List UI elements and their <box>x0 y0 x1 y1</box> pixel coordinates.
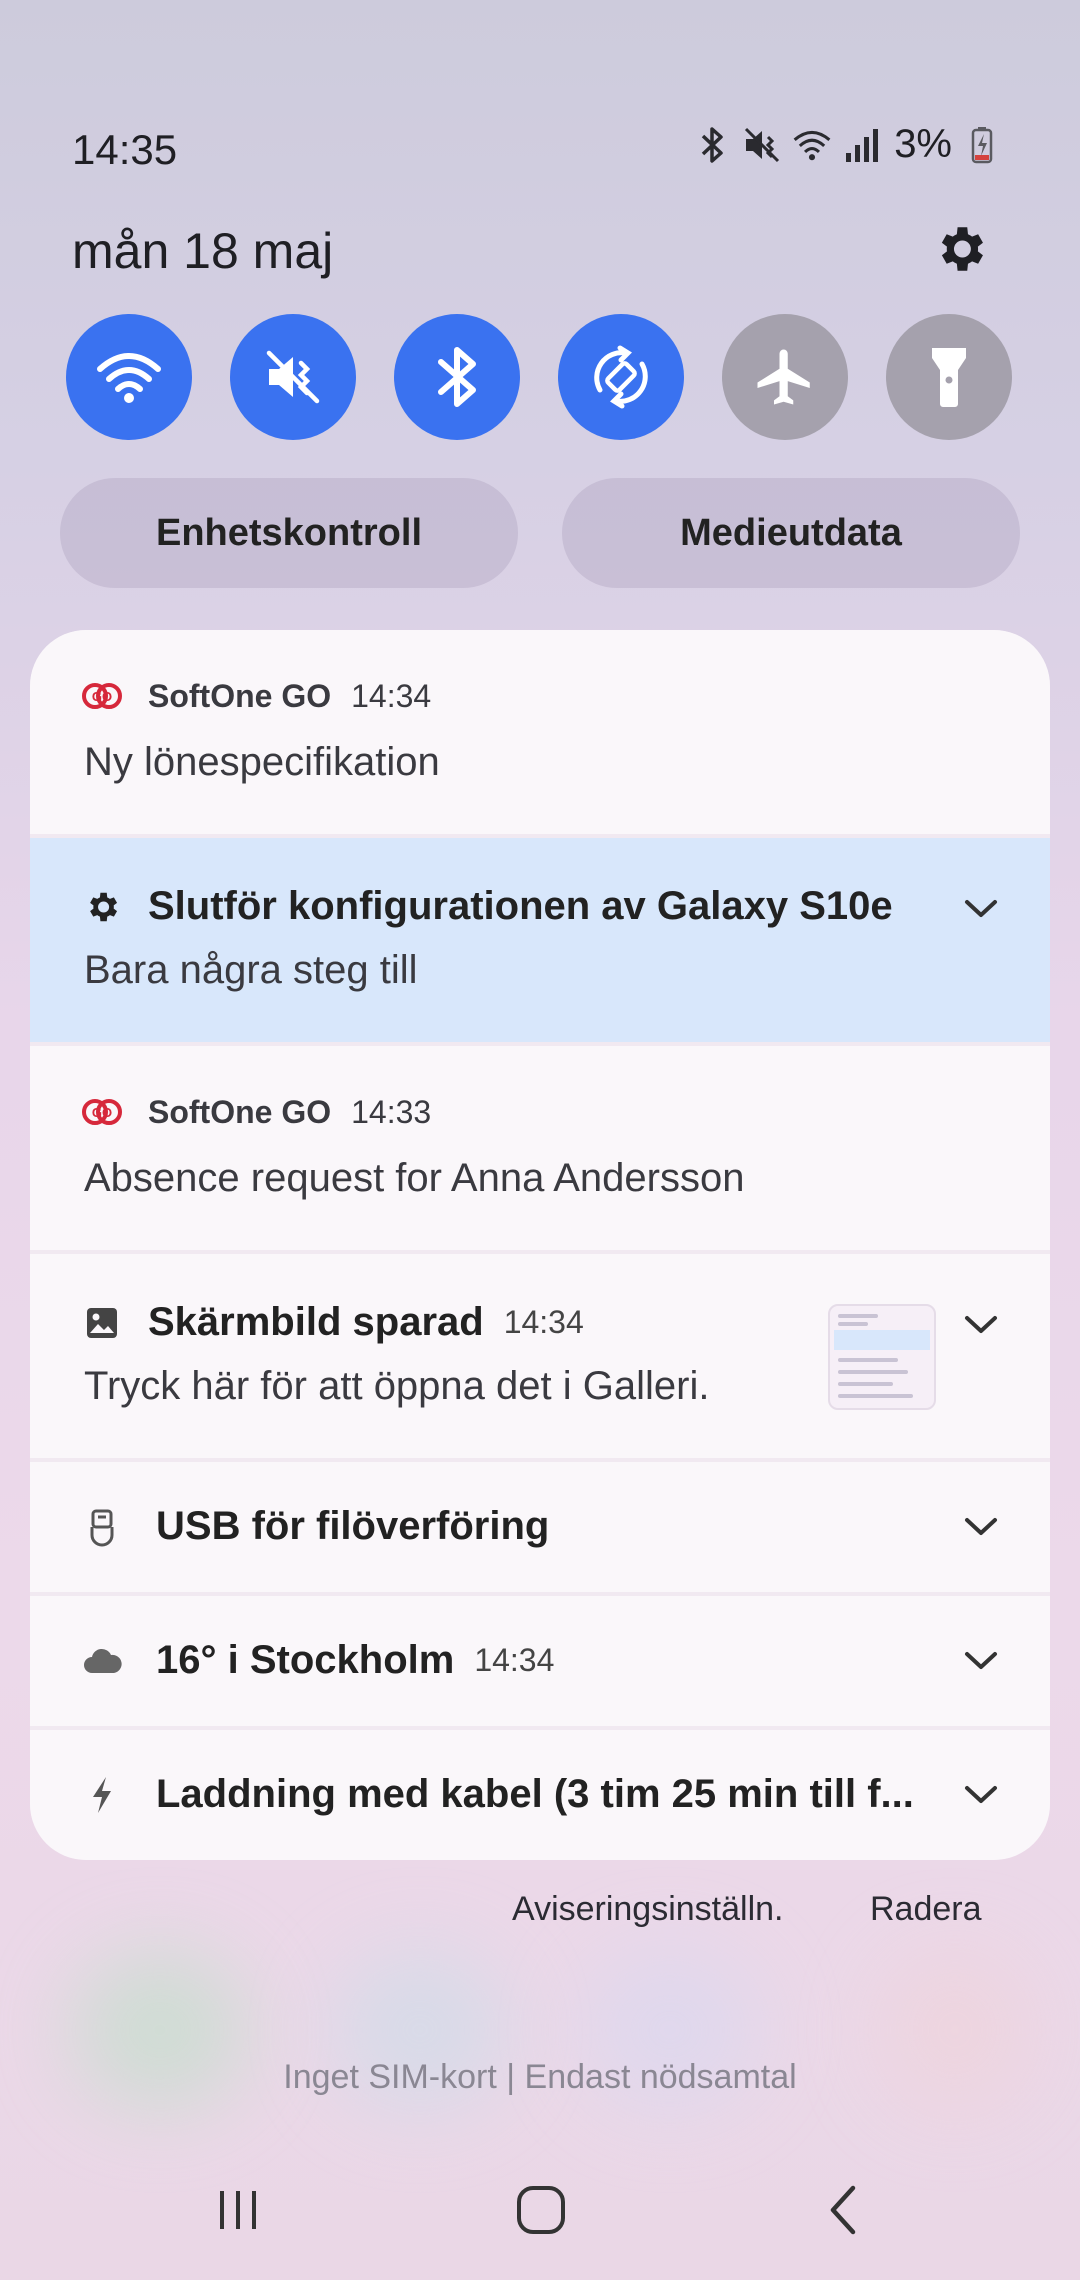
softone-go-icon: GO <box>82 676 122 716</box>
notification-softone-payslip[interactable]: GO SoftOne GO 14:34 Ny lönespecifikation <box>30 630 1050 834</box>
recent-apps-icon <box>220 2191 256 2229</box>
wifi-toggle[interactable] <box>66 314 192 440</box>
sim-status: Inget SIM-kort | Endast nödsamtal <box>283 2058 797 2096</box>
chevron-down-icon <box>965 1316 997 1333</box>
screenshot-thumbnail[interactable] <box>828 1304 936 1410</box>
mute-icon <box>266 350 320 404</box>
status-icons: 3% <box>692 122 1002 167</box>
notification-time: 14:34 <box>351 677 432 714</box>
expand-button[interactable] <box>956 1636 1006 1686</box>
bluetooth-icon <box>438 347 476 407</box>
mute-icon <box>742 123 782 167</box>
settings-button[interactable] <box>925 214 995 284</box>
navigation-bar <box>0 2170 1080 2250</box>
bluetooth-toggle[interactable] <box>394 314 520 440</box>
back-button[interactable] <box>798 2170 888 2250</box>
status-bar: 14:35 3% <box>0 120 1080 180</box>
chevron-down-icon <box>965 1786 997 1803</box>
status-clock: 14:35 <box>72 126 178 173</box>
expand-button[interactable] <box>956 1300 1006 1350</box>
notification-screenshot[interactable]: Skärmbild sparad 14:34 Tryck här för att… <box>30 1254 1050 1458</box>
notification-app-name: SoftOne GO <box>148 677 332 714</box>
notification-charging[interactable]: Laddning med kabel (3 tim 25 min till f.… <box>30 1730 1050 1860</box>
notification-softone-absence[interactable]: GO SoftOne GO 14:33 Absence request for … <box>30 1046 1050 1250</box>
notification-title: Slutför konfigurationen av Galaxy S10e <box>148 884 893 928</box>
chevron-down-icon <box>965 900 997 917</box>
usb-icon <box>82 1507 122 1547</box>
airplane-mode-toggle[interactable] <box>722 314 848 440</box>
gear-icon <box>941 227 983 271</box>
svg-text:GO: GO <box>92 689 112 704</box>
clear-all-button[interactable]: Radera <box>870 1890 982 1929</box>
notification-panel: GO SoftOne GO 14:34 Ny lönespecifikation… <box>30 630 1050 1860</box>
wifi-icon <box>792 123 832 167</box>
notification-body: Bara några steg till <box>84 948 418 992</box>
flashlight-icon <box>932 348 966 407</box>
cloud-icon <box>82 1641 122 1681</box>
bolt-icon <box>82 1775 122 1815</box>
device-control-button[interactable]: Enhetskontroll <box>60 478 518 588</box>
svg-text:GO: GO <box>92 1105 112 1120</box>
softone-go-icon: GO <box>82 1092 122 1132</box>
airplane-icon <box>757 349 810 405</box>
flashlight-toggle[interactable] <box>886 314 1012 440</box>
notification-usb[interactable]: USB för filöverföring <box>30 1462 1050 1592</box>
notification-time: 14:33 <box>351 1093 432 1130</box>
notification-title: USB för filöverföring <box>156 1504 550 1548</box>
recent-apps-button[interactable] <box>194 2170 284 2250</box>
mute-toggle[interactable] <box>230 314 356 440</box>
media-output-button[interactable]: Medieutdata <box>562 478 1020 588</box>
notification-weather[interactable]: 16° i Stockholm 14:34 <box>30 1596 1050 1726</box>
notification-title: Skärmbild sparad <box>148 1300 484 1344</box>
chevron-down-icon <box>965 1652 997 1669</box>
notification-time: 14:34 <box>474 1642 555 1678</box>
quick-toggles <box>66 314 1014 440</box>
auto-rotate-icon <box>594 345 648 409</box>
notification-body: Tryck här för att öppna det i Galleri. <box>84 1364 710 1408</box>
notification-body: Ny lönespecifikation <box>84 740 440 784</box>
home-button[interactable] <box>496 2170 586 2250</box>
wifi-icon <box>97 353 161 403</box>
chevron-down-icon <box>965 1518 997 1535</box>
signal-icon <box>842 123 882 167</box>
notification-setup[interactable]: Slutför konfigurationen av Galaxy S10e B… <box>30 838 1050 1042</box>
bluetooth-icon <box>692 123 732 167</box>
battery-percent: 3% <box>894 122 952 166</box>
expand-button[interactable] <box>956 1770 1006 1820</box>
gallery-icon <box>82 1303 122 1343</box>
gear-icon <box>82 887 122 927</box>
notification-app-name: SoftOne GO <box>148 1093 332 1130</box>
notification-time: 14:34 <box>503 1304 584 1340</box>
notification-title: Laddning med kabel (3 tim 25 min till f.… <box>156 1772 914 1816</box>
notification-title: 16° i Stockholm <box>156 1638 455 1682</box>
auto-rotate-toggle[interactable] <box>558 314 684 440</box>
battery-charging-icon <box>962 123 1002 167</box>
notification-settings-link[interactable]: Aviseringsinställn. <box>512 1890 784 1929</box>
notification-body: Absence request for Anna Andersson <box>84 1156 745 1200</box>
home-icon <box>517 2186 565 2234</box>
back-icon <box>830 2185 856 2235</box>
expand-button[interactable] <box>956 884 1006 934</box>
date-label: mån 18 maj <box>72 223 334 279</box>
expand-button[interactable] <box>956 1502 1006 1552</box>
